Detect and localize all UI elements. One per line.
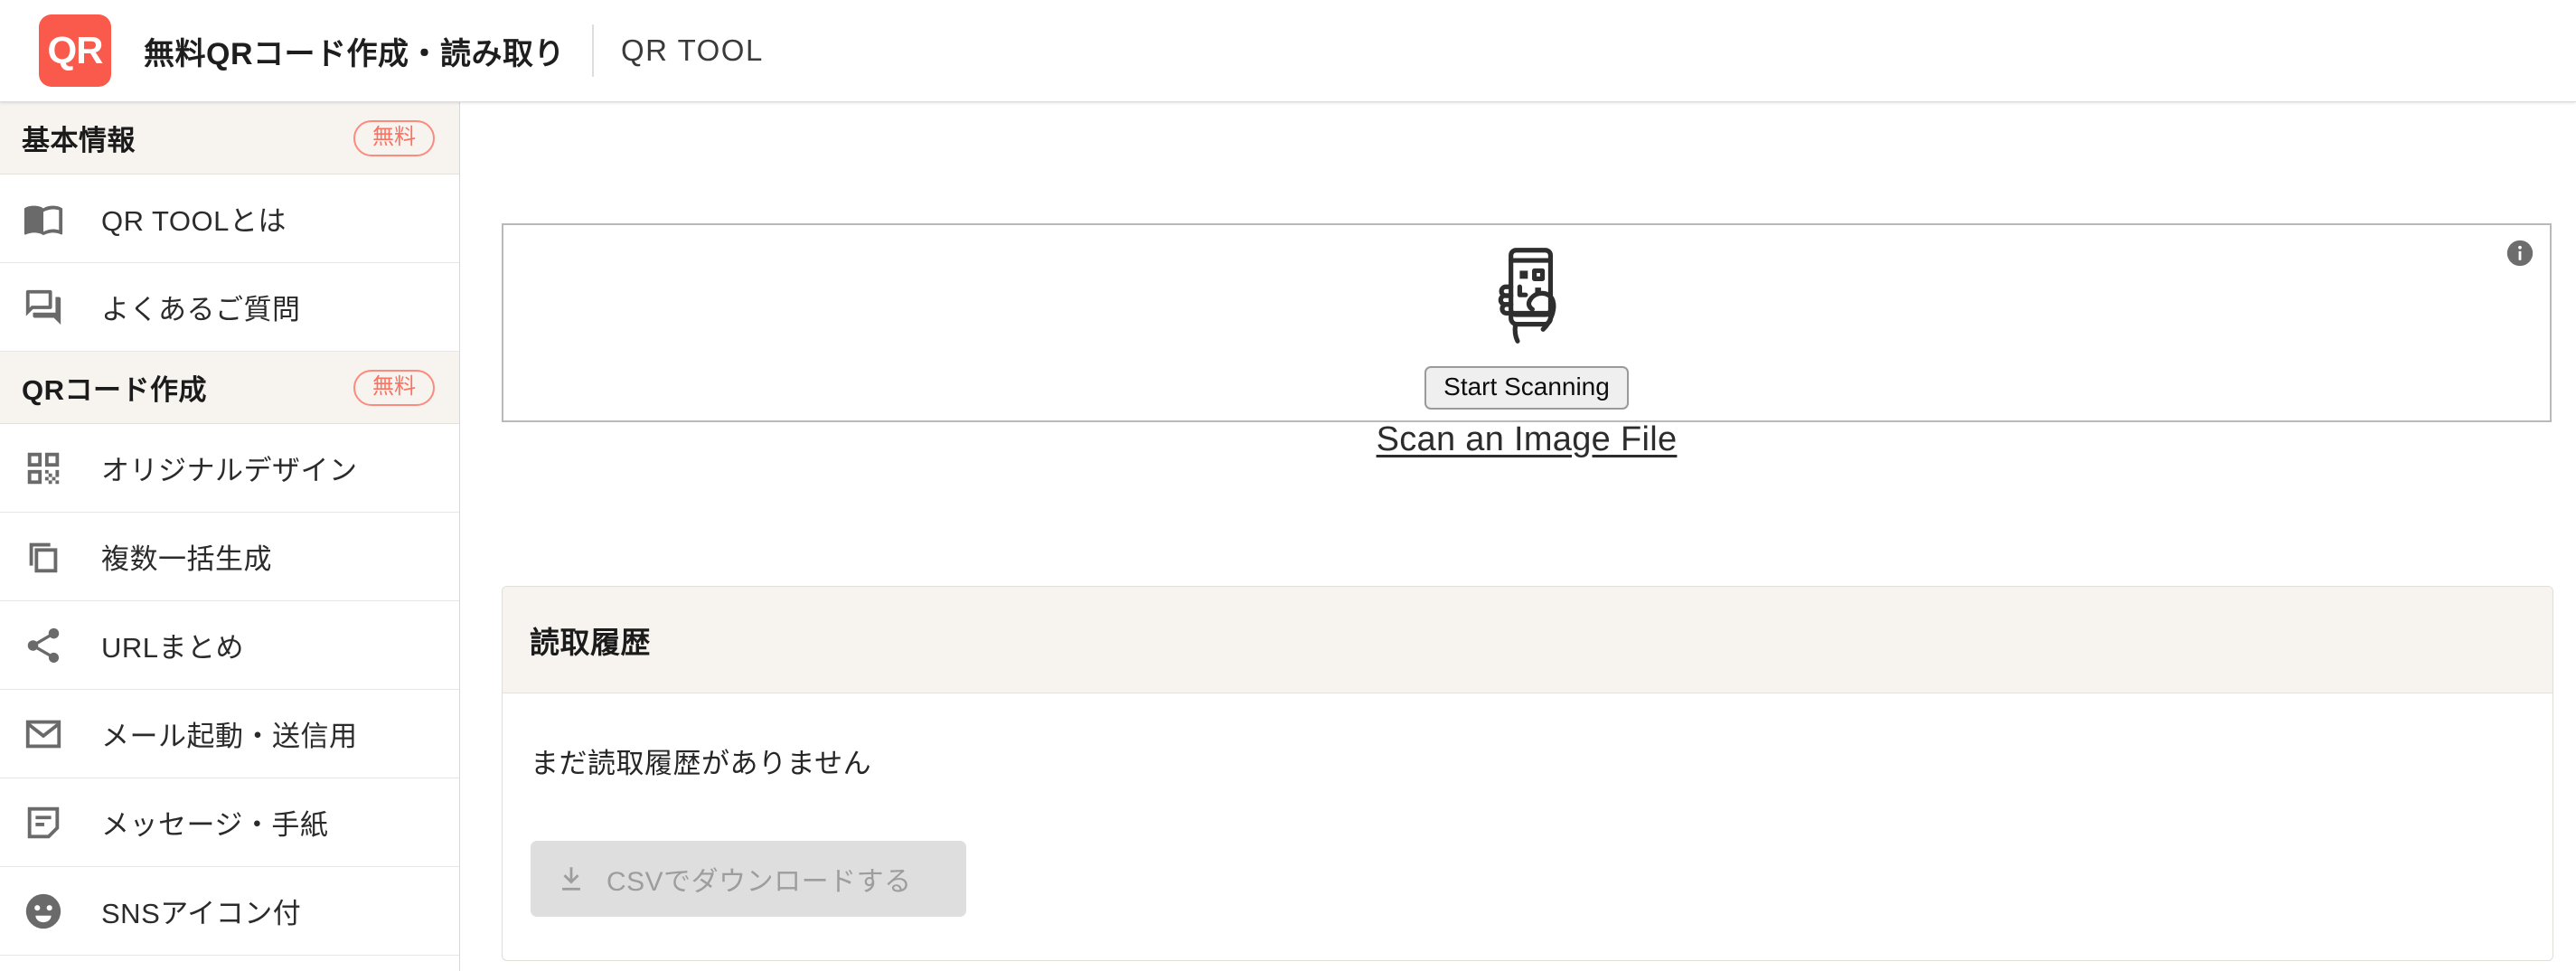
sidebar-item-sns-icon[interactable]: SNSアイコン付 <box>0 867 459 956</box>
page-title: 無料QRコード作成・読み取り <box>144 36 565 71</box>
sidebar-item-mail[interactable]: メール起動・送信用 <box>0 690 459 778</box>
note-icon <box>20 799 67 846</box>
sidebar-section-qr-create: QRコード作成 無料 <box>0 352 459 424</box>
share-icon <box>20 622 67 669</box>
sidebar-section-basic-info: 基本情報 無料 <box>0 102 459 174</box>
sidebar-item-label: 複数一括生成 <box>101 543 272 575</box>
sidebar-item-about[interactable]: QR TOOLとは <box>0 174 459 263</box>
history-panel-header: 読取履歴 <box>503 587 2552 693</box>
app-name: QR TOOL <box>621 33 764 67</box>
sidebar-item-original-design[interactable]: オリジナルデザイン <box>0 424 459 513</box>
download-csv-button[interactable]: CSVでダウンロードする <box>531 841 966 917</box>
free-badge: 無料 <box>353 369 435 406</box>
read-history-panel: 読取履歴 まだ読取履歴がありません CSVでダウンロードする <box>502 586 2553 961</box>
sidebar-section-label: QRコード作成 <box>22 374 207 406</box>
sidebar-item-label: QR TOOLとは <box>101 205 287 237</box>
scan-image-file-link[interactable]: Scan an Image File <box>1377 420 1678 459</box>
sidebar-item-label: オリジナルデザイン <box>101 455 358 486</box>
history-title: 読取履歴 <box>530 625 651 659</box>
sidebar: 基本情報 無料 QR TOOLとは よくあるご質問 QRコード作成 無料 オリジ… <box>0 102 460 971</box>
main-content: Start Scanning Scan an Image File 読取履歴 ま… <box>461 102 2576 971</box>
copy-icon <box>20 533 67 580</box>
sidebar-section-label: 基本情報 <box>22 125 136 156</box>
header-divider <box>592 24 594 77</box>
scanner-prompt: Start Scanning Scan an Image File <box>503 241 2550 459</box>
free-badge: 無料 <box>353 119 435 156</box>
mail-icon <box>20 711 67 758</box>
sidebar-item-faq[interactable]: よくあるご質問 <box>0 263 459 352</box>
book-icon <box>20 195 67 242</box>
sidebar-item-label: メッセージ・手紙 <box>101 809 329 841</box>
start-scanning-button[interactable]: Start Scanning <box>1424 366 1629 410</box>
download-icon <box>556 863 587 894</box>
sidebar-item-label: URLまとめ <box>101 632 245 664</box>
chat-bubbles-icon <box>20 284 67 331</box>
smiley-face-icon <box>20 888 67 935</box>
download-csv-label: CSVでダウンロードする <box>606 867 912 897</box>
sidebar-item-label: メール起動・送信用 <box>101 721 358 752</box>
app-logo[interactable]: QR <box>39 14 111 87</box>
qr-code-icon <box>20 445 67 492</box>
app-header: QR 無料QRコード作成・読み取り QR TOOL <box>0 0 2576 102</box>
sidebar-item-label: SNSアイコン付 <box>101 898 302 929</box>
sidebar-item-bulk-create[interactable]: 複数一括生成 <box>0 513 459 601</box>
sidebar-item-label: よくあるご質問 <box>101 294 301 325</box>
sidebar-item-message[interactable]: メッセージ・手紙 <box>0 778 459 867</box>
hand-holding-phone-qr-icon <box>1480 241 1575 350</box>
sidebar-item-url-list[interactable]: URLまとめ <box>0 601 459 690</box>
qr-scanner-panel: Start Scanning Scan an Image File <box>502 223 2552 458</box>
history-empty-message: まだ読取履歴がありません <box>531 748 872 779</box>
